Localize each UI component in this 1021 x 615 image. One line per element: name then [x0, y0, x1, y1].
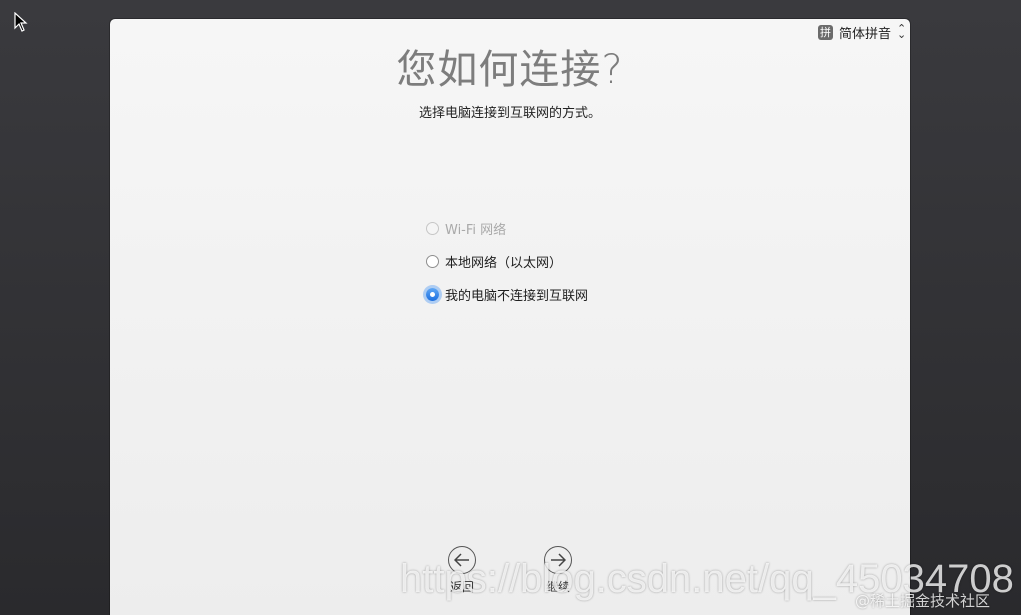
radio-button-selected[interactable] [426, 288, 439, 301]
arrow-right-icon[interactable] [544, 546, 572, 574]
option-label: 本地网络（以太网） [445, 256, 563, 271]
connection-options: Wi-Fi 网络 本地网络（以太网） 我的电脑不连接到互联网 [426, 212, 588, 311]
back-label: 返回 [449, 580, 474, 594]
radio-button[interactable] [426, 255, 439, 268]
page-subtitle: 选择电脑连接到互联网的方式。 [418, 106, 601, 121]
option-ethernet[interactable]: 本地网络（以太网） [426, 245, 588, 278]
arrow-left-icon[interactable] [448, 546, 476, 574]
radio-button [426, 222, 439, 235]
option-label: Wi-Fi 网络 [445, 223, 507, 238]
page-title: 您如何连接? [396, 47, 624, 93]
option-no-internet[interactable]: 我的电脑不连接到互联网 [426, 278, 588, 311]
continue-label: 继续 [545, 580, 570, 594]
option-wifi: Wi-Fi 网络 [426, 212, 588, 245]
back-button[interactable]: 返回 [432, 546, 492, 595]
setup-assistant-window: 拼 简体拼音 ⌃ ⌄ 您如何连接? 选择电脑连接到互联网的方式。 Wi-Fi 网络… [110, 19, 910, 615]
option-label: 我的电脑不连接到互联网 [445, 289, 589, 304]
continue-button[interactable]: 继续 [528, 546, 588, 595]
mouse-pointer-icon [14, 12, 28, 32]
